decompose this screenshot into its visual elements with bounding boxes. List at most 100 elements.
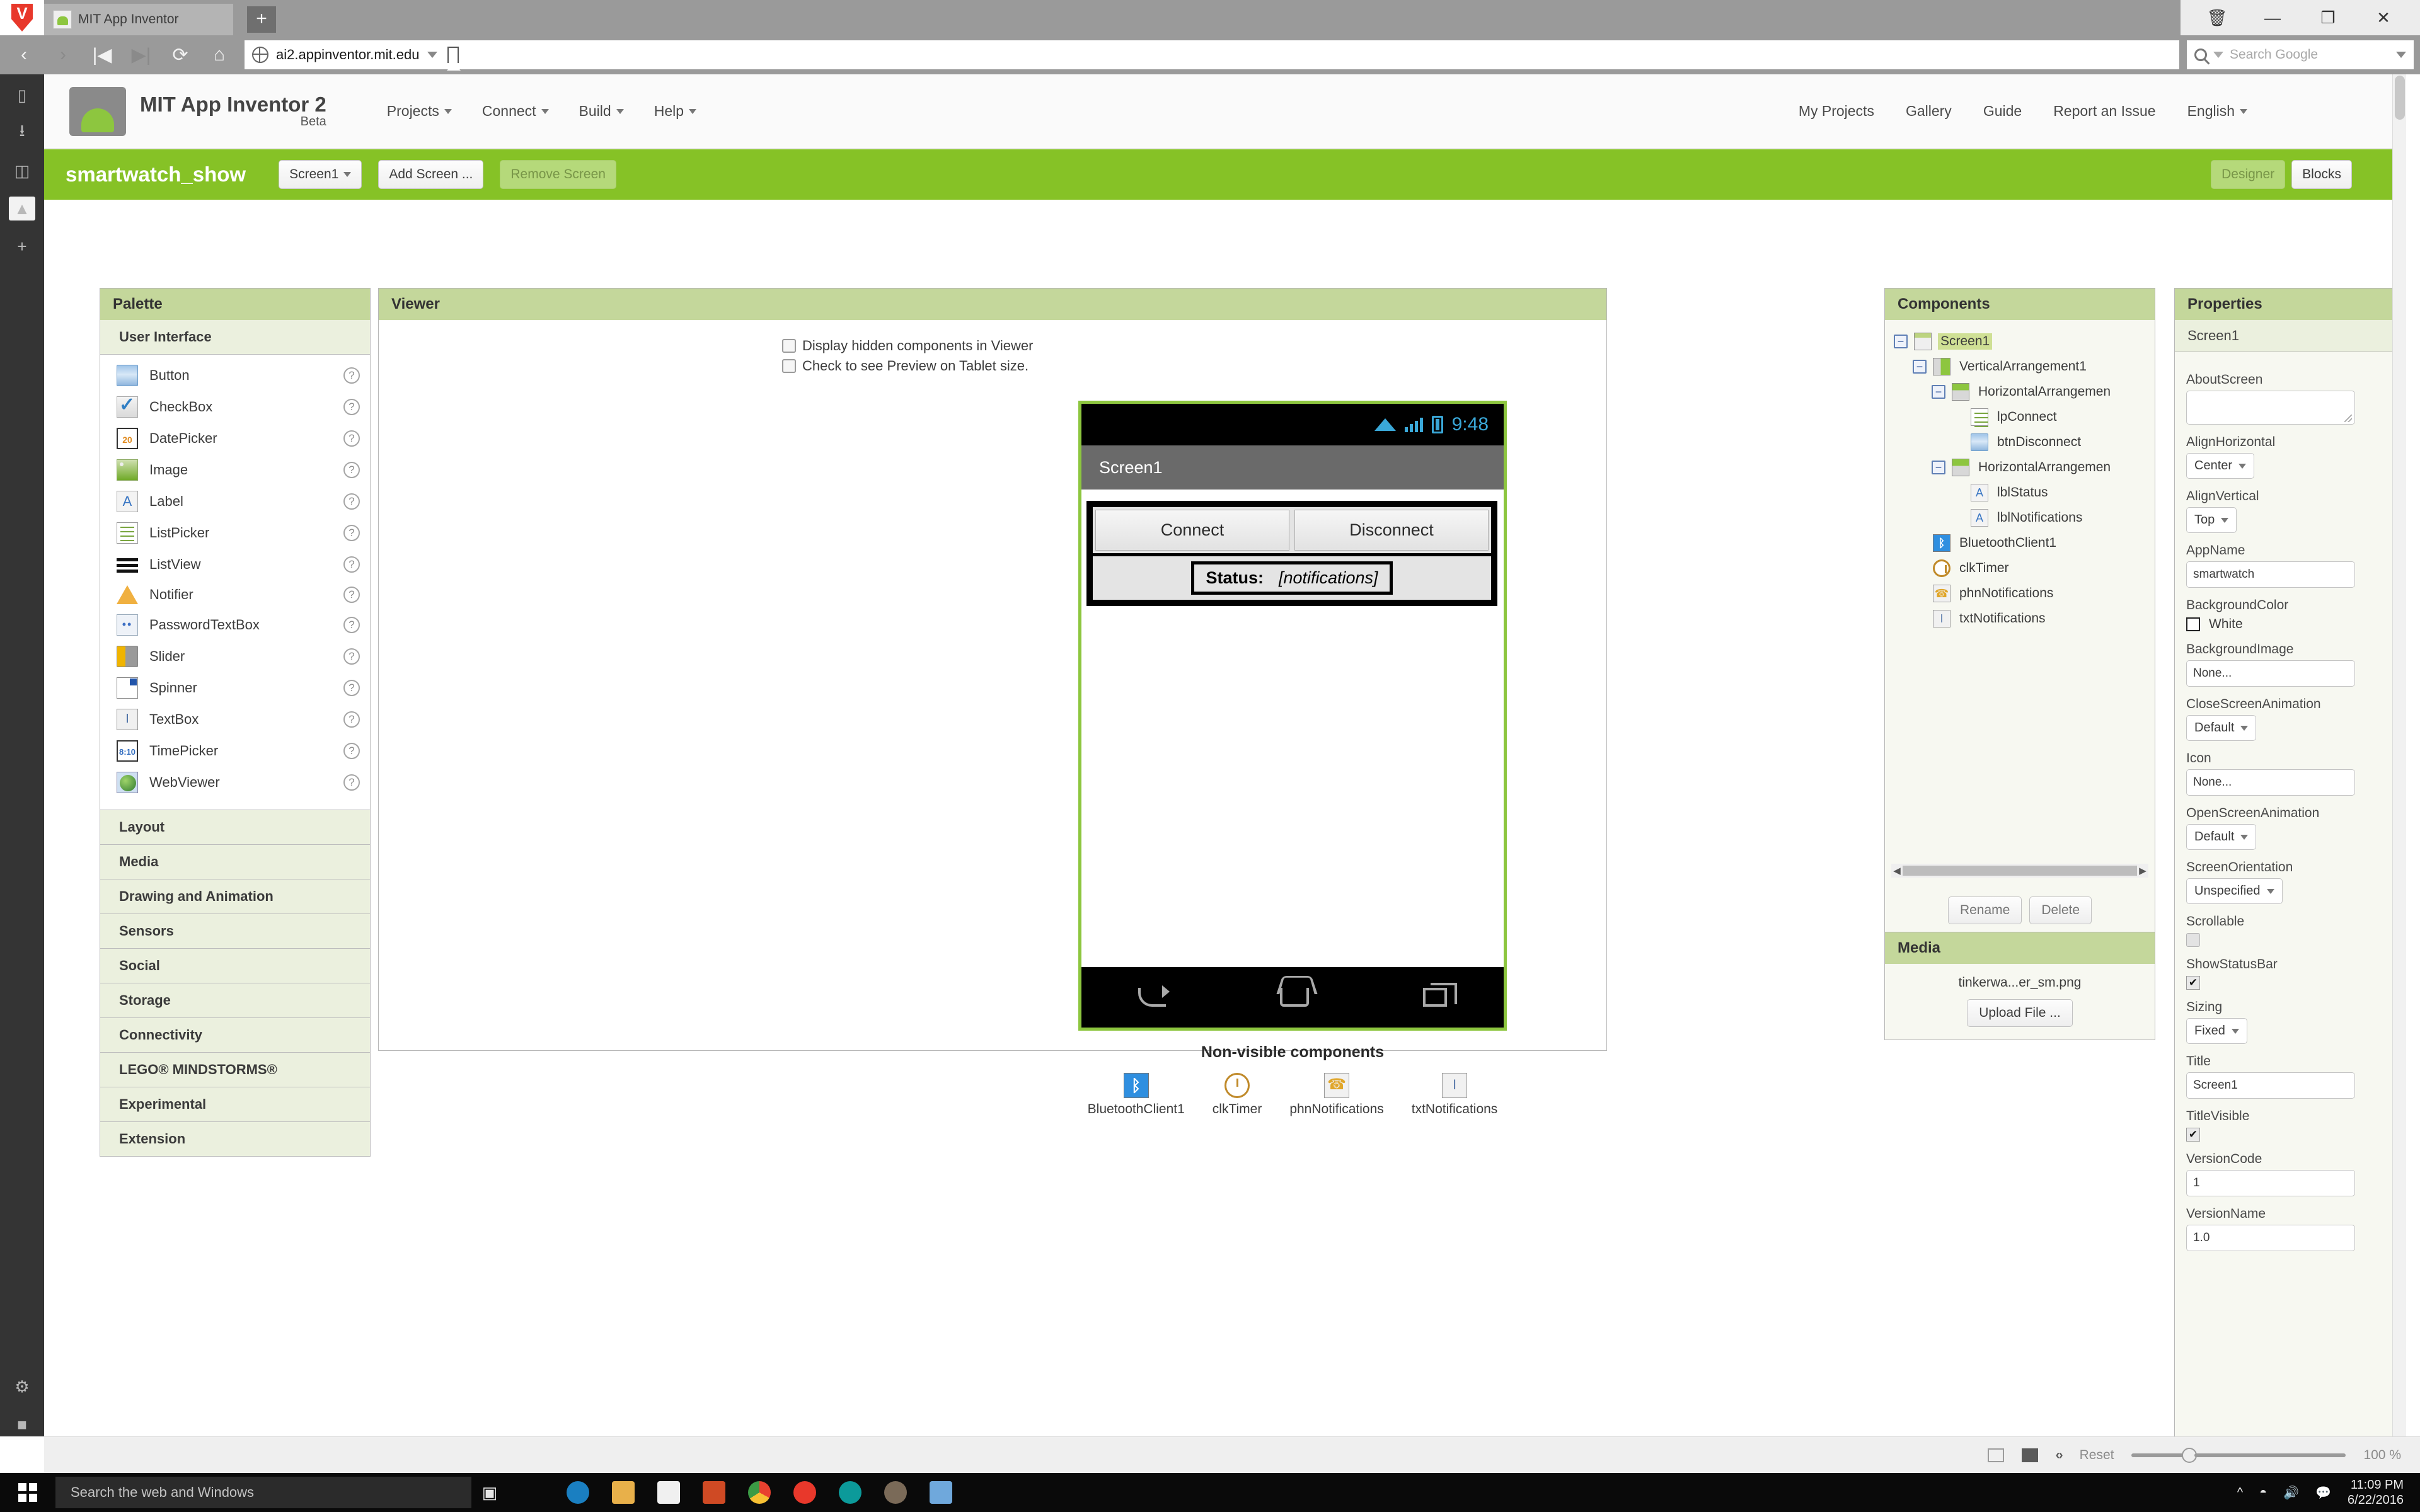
- delete-button[interactable]: Delete: [2029, 896, 2092, 924]
- palette-category-drawing-and-animation[interactable]: Drawing and Animation: [100, 879, 371, 914]
- palette-category-extension[interactable]: Extension: [100, 1122, 371, 1157]
- property-select-AlignVertical[interactable]: Top: [2186, 507, 2237, 533]
- images-toggle-icon[interactable]: [2021, 1448, 2038, 1462]
- tree-node-VerticalArrangement1[interactable]: − VerticalArrangement1: [1885, 354, 2155, 379]
- menu-build[interactable]: Build: [579, 103, 624, 120]
- scroll-right-icon[interactable]: ▶: [2137, 865, 2148, 876]
- help-icon[interactable]: ?: [343, 430, 360, 447]
- property-input-AppName[interactable]: smartwatch: [2186, 561, 2355, 588]
- palette-item-webviewer[interactable]: WebViewer?: [100, 767, 370, 798]
- taskbar-search-input[interactable]: Search the web and Windows: [55, 1477, 471, 1508]
- horizontal-arrangement-2[interactable]: Status: [notifications]: [1090, 556, 1494, 603]
- tree-node-btnDisconnect[interactable]: btnDisconnect: [1885, 430, 2155, 455]
- status-row[interactable]: Status: [notifications]: [1191, 561, 1393, 595]
- property-select-Sizing[interactable]: Fixed: [2186, 1018, 2247, 1044]
- fastforward-icon[interactable]: ▶|: [124, 38, 159, 71]
- settings-gear-icon[interactable]: ⚙: [9, 1375, 35, 1399]
- nonvisible-component-phnNotifications[interactable]: ☎ phnNotifications: [1289, 1073, 1384, 1117]
- taskbar-app-notepad[interactable]: [921, 1475, 960, 1509]
- checkbox-checked-icon[interactable]: ✔: [2186, 976, 2200, 990]
- notes-panel-icon[interactable]: ◫: [9, 159, 35, 183]
- tree-node-txtNotifications[interactable]: ItxtNotifications: [1885, 606, 2155, 631]
- add-screen-button[interactable]: Add Screen ...: [378, 160, 484, 189]
- taskbar-app-arduino[interactable]: [831, 1475, 870, 1509]
- help-icon[interactable]: ?: [343, 525, 360, 541]
- add-webpanel-icon[interactable]: +: [9, 234, 35, 258]
- palette-item-listview[interactable]: ListView?: [100, 549, 370, 580]
- help-icon[interactable]: ?: [343, 648, 360, 665]
- property-input-VersionCode[interactable]: 1: [2186, 1170, 2355, 1196]
- zoom-slider[interactable]: [2131, 1447, 2346, 1463]
- back-icon[interactable]: ‹: [6, 38, 42, 71]
- help-icon[interactable]: ?: [343, 587, 360, 603]
- property-select-ScreenOrientation[interactable]: Unspecified: [2186, 878, 2283, 904]
- vertical-arrangement-1[interactable]: Connect Disconnect Status: [notification…: [1086, 501, 1497, 606]
- rename-button[interactable]: Rename: [1947, 896, 2022, 924]
- home-icon[interactable]: ⌂: [202, 38, 237, 71]
- palette-category-media[interactable]: Media: [100, 845, 371, 879]
- reload-icon[interactable]: ⟳: [163, 38, 198, 71]
- palette-item-notifier[interactable]: Notifier?: [100, 580, 370, 609]
- help-icon[interactable]: ?: [343, 774, 360, 791]
- bookmark-icon[interactable]: [447, 47, 461, 71]
- collapse-icon[interactable]: −: [1894, 335, 1908, 348]
- link-guide[interactable]: Guide: [1983, 103, 2022, 120]
- taskbar-app-explorer[interactable]: [604, 1475, 643, 1509]
- webpanel-appinventor-icon[interactable]: ▲: [9, 197, 35, 220]
- tree-node-lblNotifications[interactable]: AlblNotifications: [1885, 505, 2155, 530]
- property-input-VersionName[interactable]: 1.0: [2186, 1225, 2355, 1251]
- tree-node-BluetoothClient1[interactable]: ᛒ BluetoothClient1: [1885, 530, 2155, 556]
- collapse-icon[interactable]: −: [1932, 385, 1945, 399]
- palette-item-listpicker[interactable]: ListPicker?: [100, 517, 370, 549]
- property-color-BackgroundColor[interactable]: White: [2186, 617, 2406, 632]
- help-icon[interactable]: ?: [343, 399, 360, 415]
- property-input-AboutScreen[interactable]: [2186, 391, 2355, 425]
- url-bar[interactable]: ai2.appinventor.mit.edu: [245, 40, 2179, 71]
- taskbar-clock[interactable]: 11:09 PM 6/22/2016: [2348, 1477, 2404, 1508]
- palette-item-image[interactable]: Image?: [100, 454, 370, 486]
- palette-item-textbox[interactable]: I TextBox?: [100, 704, 370, 735]
- collapse-icon[interactable]: −: [1932, 461, 1945, 474]
- upload-file-button[interactable]: Upload File ...: [1967, 999, 2073, 1027]
- rewind-icon[interactable]: |◀: [84, 38, 120, 71]
- developer-tools-icon[interactable]: ‹›: [2056, 1448, 2063, 1463]
- toggle-ui-icon[interactable]: ■: [9, 1412, 35, 1436]
- collapse-icon[interactable]: −: [1913, 360, 1927, 374]
- components-horizontal-scrollbar[interactable]: ◀ ▶: [1891, 864, 2148, 878]
- btn-disconnect-button[interactable]: Disconnect: [1294, 510, 1489, 551]
- action-center-icon[interactable]: 💬: [2315, 1485, 2331, 1501]
- minimize-button[interactable]: —: [2245, 0, 2300, 35]
- search-dropdown-icon[interactable]: [2396, 52, 2406, 58]
- tree-node-HorizontalArrangemen[interactable]: − HorizontalArrangemen: [1885, 379, 2155, 404]
- wifi-tray-icon[interactable]: ◓: [2259, 1486, 2267, 1500]
- close-button[interactable]: ✕: [2356, 0, 2411, 35]
- help-icon[interactable]: ?: [343, 711, 360, 728]
- tablet-preview-row[interactable]: Check to see Preview on Tablet size.: [782, 354, 1606, 374]
- checkbox-checked-icon[interactable]: ✔: [2186, 1128, 2200, 1142]
- menu-help[interactable]: Help: [654, 103, 697, 120]
- property-input-BackgroundImage[interactable]: None...: [2186, 660, 2355, 687]
- display-hidden-components-checkbox[interactable]: [782, 339, 796, 353]
- tree-node-lpConnect[interactable]: lpConnect: [1885, 404, 2155, 430]
- palette-item-label[interactable]: A Label?: [100, 486, 370, 517]
- property-input-Icon[interactable]: None...: [2186, 769, 2355, 796]
- start-button[interactable]: [0, 1473, 55, 1512]
- property-checkbox-ShowStatusBar[interactable]: ✔: [2186, 976, 2406, 990]
- menu-projects[interactable]: Projects: [387, 103, 452, 120]
- chevron-down-icon[interactable]: [427, 52, 437, 58]
- maximize-button[interactable]: ❐: [2300, 0, 2356, 35]
- task-view-icon[interactable]: ▣: [471, 1473, 508, 1512]
- show-hidden-icons-icon[interactable]: ^: [2237, 1486, 2243, 1500]
- link-language[interactable]: English: [2187, 103, 2247, 120]
- palette-category-sensors[interactable]: Sensors: [100, 914, 371, 949]
- taskbar-app-store[interactable]: [649, 1475, 688, 1509]
- taskbar-app-powerpoint[interactable]: [694, 1475, 734, 1509]
- taskbar-app-gimp[interactable]: [876, 1475, 915, 1509]
- help-icon[interactable]: ?: [343, 556, 360, 573]
- designer-tab[interactable]: Designer: [2211, 160, 2286, 189]
- page-actions-icon[interactable]: [1987, 1448, 2004, 1462]
- menu-connect[interactable]: Connect: [482, 103, 549, 120]
- help-icon[interactable]: ?: [343, 367, 360, 384]
- help-icon[interactable]: ?: [343, 617, 360, 633]
- blocks-tab[interactable]: Blocks: [2291, 160, 2352, 189]
